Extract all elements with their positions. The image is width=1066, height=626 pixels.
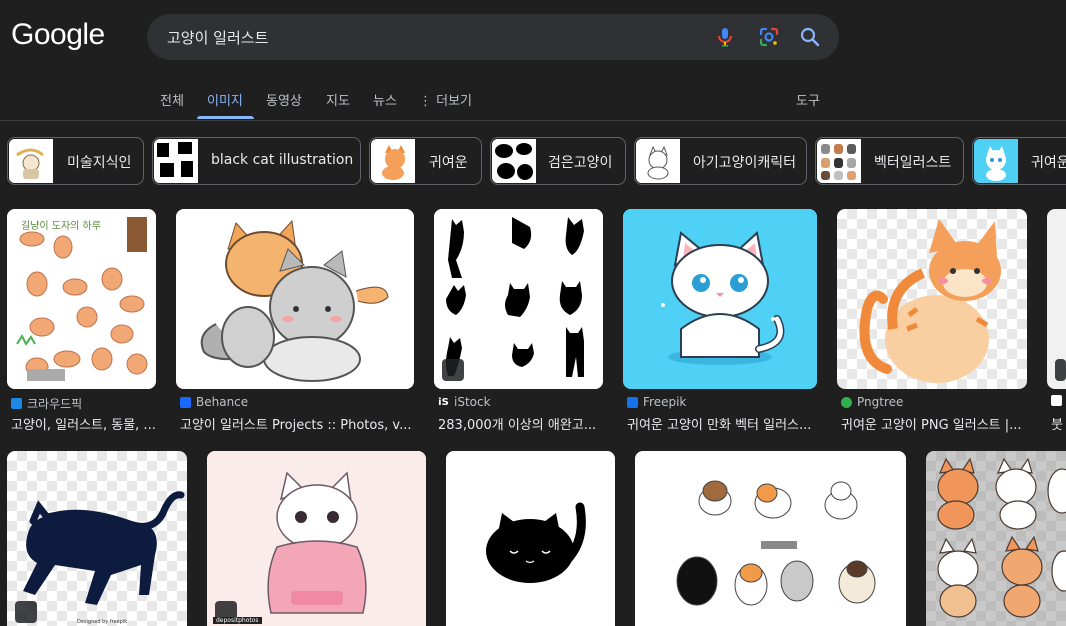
chip-thumbnail [371, 139, 415, 183]
chip-cute-2[interactable]: 귀여운 [972, 137, 1066, 185]
image-result-11[interactable] [926, 451, 1066, 626]
result-title[interactable]: 귀여운 고양이 만화 벡터 일러스... [627, 414, 817, 433]
source-name: 크라우드픽 [27, 397, 83, 411]
search-box[interactable] [147, 14, 839, 60]
header-divider [0, 120, 1066, 121]
chip-cute[interactable]: 귀여운 [369, 137, 482, 185]
result-source[interactable]: Pngtree [841, 395, 903, 409]
tab-tools[interactable]: 도구 [796, 90, 820, 109]
chip-kitten-character[interactable]: 아기고양이캐릭터 [634, 137, 807, 185]
chip-thumbnail [154, 139, 198, 183]
image-badge-icon [442, 359, 464, 381]
crowdpic-favicon-icon [11, 398, 22, 409]
tab-maps[interactable]: 지도 [326, 90, 350, 109]
result-thumbnail[interactable] [446, 451, 615, 626]
microphone-icon[interactable] [713, 25, 737, 49]
site-favicon-icon [1051, 395, 1062, 406]
image-watermark-text: depositphotos [213, 617, 262, 624]
tab-images[interactable]: 이미지 [207, 90, 243, 109]
tab-more[interactable]: ⋮ 더보기 [419, 90, 472, 109]
result-source[interactable]: Behance [180, 395, 248, 409]
image-result-2[interactable]: Behance 고양이 일러스트 Projects :: Photos, v..… [176, 209, 414, 434]
tab-more-label: 더보기 [436, 94, 473, 109]
istock-favicon-icon: iS [438, 396, 449, 408]
result-thumbnail[interactable] [635, 451, 906, 626]
image-result-9[interactable] [446, 451, 615, 626]
tab-all[interactable]: 전체 [160, 90, 184, 109]
result-title[interactable]: 283,000개 이상의 애완고... [438, 414, 606, 433]
result-source[interactable]: iS iStock [438, 395, 491, 409]
chip-thumbnail [9, 139, 53, 183]
image-result-5[interactable]: Pngtree 귀여운 고양이 PNG 일러스트 |... [837, 209, 1027, 434]
result-thumbnail[interactable]: Designed by freepik [7, 451, 187, 626]
chip-label: 벡터일러스트 [874, 155, 952, 171]
search-input[interactable] [167, 14, 707, 60]
image-watermark-text: Designed by freepik [77, 619, 128, 625]
result-thumbnail[interactable] [926, 451, 1066, 626]
chip-thumbnail [817, 139, 861, 183]
chip-thumbnail [636, 139, 680, 183]
more-vert-icon: ⋮ [419, 94, 432, 109]
image-result-6[interactable]: 붓 [1047, 209, 1066, 434]
chip-label: 미술지식인 [67, 155, 132, 171]
chip-art-expert[interactable]: 미술지식인 [7, 137, 144, 185]
result-title[interactable]: 고양이 일러스트 Projects :: Photos, v... [180, 414, 416, 433]
image-result-1[interactable]: 길냥이 도자의 하루 크라우드픽 고양이, 일러스트, 동물, ... [7, 209, 156, 434]
result-thumbnail[interactable] [837, 209, 1027, 389]
result-source[interactable]: 크라우드픽 [11, 395, 82, 412]
source-name: Freepik [643, 395, 687, 409]
chip-label: 검은고양이 [548, 155, 613, 171]
result-thumbnail[interactable]: depositphotos [207, 451, 426, 626]
chip-label: 귀여운 [429, 155, 468, 171]
image-caption-text: 길냥이 도자의 하루 [21, 221, 101, 232]
pngtree-favicon-icon [841, 396, 852, 408]
chip-thumbnail [492, 139, 536, 183]
result-thumbnail[interactable] [434, 209, 603, 389]
google-lens-icon[interactable] [757, 25, 781, 49]
behance-favicon-icon [180, 396, 191, 408]
chip-label: black cat illustration [211, 152, 354, 168]
image-badge-icon [15, 601, 37, 623]
search-tabs: 전체 이미지 동영상 지도 뉴스 ⋮ 더보기 도구 [0, 82, 1066, 120]
image-result-8[interactable]: depositphotos [207, 451, 426, 626]
image-result-4[interactable]: Freepik 귀여운 고양이 만화 벡터 일러스... [623, 209, 817, 434]
search-icon[interactable] [798, 25, 822, 49]
source-name: iStock [454, 395, 491, 409]
chip-thumbnail [974, 139, 1018, 183]
chip-black-cat-illustration[interactable]: black cat illustration [152, 137, 361, 185]
result-thumbnail[interactable] [176, 209, 414, 389]
tab-videos[interactable]: 동영상 [266, 90, 302, 109]
active-tab-indicator [197, 116, 254, 119]
result-source[interactable] [1051, 395, 1066, 406]
image-result-7[interactable]: Designed by freepik [7, 451, 187, 626]
chip-label: 귀여운 [1031, 155, 1066, 171]
chip-black-cat[interactable]: 검은고양이 [490, 137, 626, 185]
chip-vector-illustration[interactable]: 벡터일러스트 [815, 137, 964, 185]
image-result-3[interactable]: iS iStock 283,000개 이상의 애완고... [434, 209, 603, 434]
result-title[interactable]: 고양이, 일러스트, 동물, ... [11, 414, 161, 433]
freepik-favicon-icon [627, 396, 638, 408]
source-name: Behance [196, 395, 249, 409]
result-thumbnail[interactable] [1047, 209, 1066, 389]
result-title[interactable]: 붓 [1051, 414, 1066, 433]
tab-news[interactable]: 뉴스 [373, 90, 397, 109]
source-name: Pngtree [857, 395, 904, 409]
image-result-10[interactable] [635, 451, 906, 626]
result-thumbnail[interactable]: 길냥이 도자의 하루 [7, 209, 156, 389]
google-logo[interactable]: Google [11, 18, 105, 52]
result-title[interactable]: 귀여운 고양이 PNG 일러스트 |... [841, 414, 1027, 433]
chip-label: 아기고양이캐릭터 [693, 155, 797, 171]
result-source[interactable]: Freepik [627, 395, 686, 409]
image-badge-icon [1055, 359, 1066, 381]
result-thumbnail[interactable] [623, 209, 817, 389]
